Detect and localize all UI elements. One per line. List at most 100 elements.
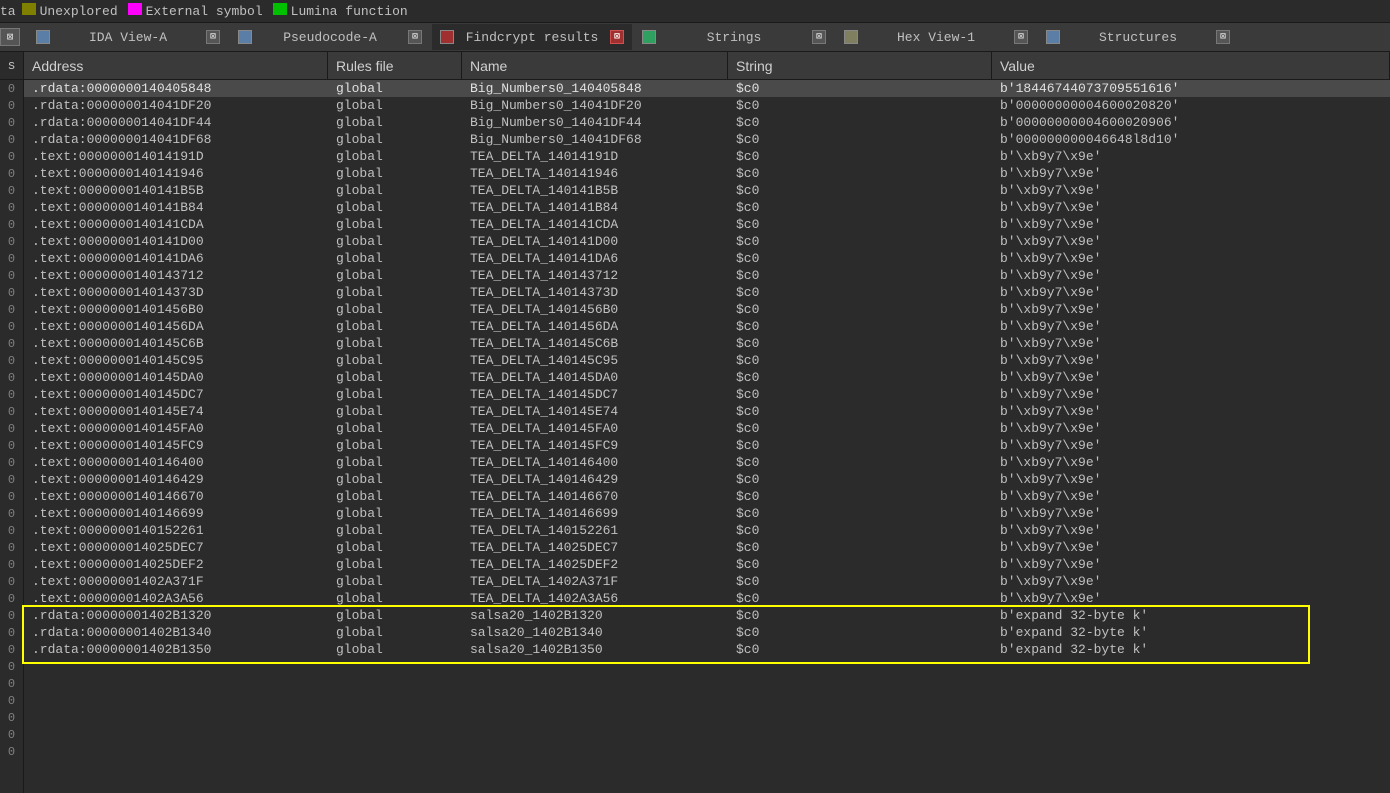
cell-address: .text:000000014025DEC7 xyxy=(24,540,328,555)
cell-value: b'\xb9y7\x9e' xyxy=(992,217,1390,232)
cell-rules: global xyxy=(328,98,462,113)
table-row[interactable]: .text:00000001402A3A56globalTEA_DELTA_14… xyxy=(24,590,1390,607)
cell-name: Big_Numbers0_140405848 xyxy=(462,81,728,96)
gutter-line: 0 xyxy=(0,709,23,726)
cell-address: .text:0000000140141B5B xyxy=(24,183,328,198)
cell-value: b'\xb9y7\x9e' xyxy=(992,506,1390,521)
table-row[interactable]: .text:0000000140141CDAglobalTEA_DELTA_14… xyxy=(24,216,1390,233)
gutter-line: 0 xyxy=(0,318,23,335)
table-row[interactable]: .text:0000000140141DA6globalTEA_DELTA_14… xyxy=(24,250,1390,267)
col-value[interactable]: Value xyxy=(992,52,1390,79)
table-row[interactable]: .text:0000000140141B84globalTEA_DELTA_14… xyxy=(24,199,1390,216)
cell-rules: global xyxy=(328,404,462,419)
table-row[interactable]: .text:0000000140143712globalTEA_DELTA_14… xyxy=(24,267,1390,284)
tab-pseudocode-a[interactable]: Pseudocode-A ⊠ xyxy=(230,24,430,50)
cell-value: b'\xb9y7\x9e' xyxy=(992,523,1390,538)
cell-value: b'\xb9y7\x9e' xyxy=(992,200,1390,215)
table-row[interactable]: .rdata:00000001402B1320globalsalsa20_140… xyxy=(24,607,1390,624)
gutter-line: 0 xyxy=(0,573,23,590)
table-row[interactable]: .rdata:00000001402B1350globalsalsa20_140… xyxy=(24,641,1390,658)
table-row[interactable]: .text:0000000140145C6BglobalTEA_DELTA_14… xyxy=(24,335,1390,352)
table-row[interactable]: .text:0000000140141946globalTEA_DELTA_14… xyxy=(24,165,1390,182)
tab-structures[interactable]: Structures⊠ xyxy=(1038,24,1238,50)
cell-name: TEA_DELTA_14014191D xyxy=(462,149,728,164)
table-row[interactable]: .text:0000000140145DA0globalTEA_DELTA_14… xyxy=(24,369,1390,386)
cell-string: $c0 xyxy=(728,268,992,283)
gutter-line: 0 xyxy=(0,114,23,131)
table-row[interactable]: .text:0000000140141D00globalTEA_DELTA_14… xyxy=(24,233,1390,250)
cell-string: $c0 xyxy=(728,319,992,334)
gutter-line: 0 xyxy=(0,437,23,454)
table-row[interactable]: .text:00000001401456B0globalTEA_DELTA_14… xyxy=(24,301,1390,318)
cell-rules: global xyxy=(328,268,462,283)
table-row[interactable]: .text:0000000140146699globalTEA_DELTA_14… xyxy=(24,505,1390,522)
cell-string: $c0 xyxy=(728,642,992,657)
cell-rules: global xyxy=(328,302,462,317)
cell-rules: global xyxy=(328,370,462,385)
col-rules[interactable]: Rules file xyxy=(328,52,462,79)
tab-close-icon[interactable]: ⊠ xyxy=(610,30,624,44)
col-address[interactable]: Address xyxy=(24,52,328,79)
table-row[interactable]: .text:0000000140145FA0globalTEA_DELTA_14… xyxy=(24,420,1390,437)
tab-close-icon[interactable]: ⊠ xyxy=(408,30,422,44)
line-gutter: s 00000000000000000000000000000000000000… xyxy=(0,52,24,793)
cell-address: .text:0000000140146699 xyxy=(24,506,328,521)
tab-strings[interactable]: Strings⊠ xyxy=(634,24,834,50)
tab-close-icon[interactable]: ⊠ xyxy=(812,30,826,44)
table-row[interactable]: .text:0000000140145E74globalTEA_DELTA_14… xyxy=(24,403,1390,420)
table-row[interactable]: .text:0000000140146400globalTEA_DELTA_14… xyxy=(24,454,1390,471)
table-row[interactable]: .rdata:000000014041DF20globalBig_Numbers… xyxy=(24,97,1390,114)
tab-icon xyxy=(36,30,50,44)
tab-close-icon[interactable]: ⊠ xyxy=(1014,30,1028,44)
table-row[interactable]: .rdata:00000001402B1340globalsalsa20_140… xyxy=(24,624,1390,641)
cell-rules: global xyxy=(328,625,462,640)
panel-close-icon[interactable]: ⊠ xyxy=(0,28,20,46)
cell-value: b'\xb9y7\x9e' xyxy=(992,404,1390,419)
gutter-line: 0 xyxy=(0,726,23,743)
table-row[interactable]: .text:0000000140145C95globalTEA_DELTA_14… xyxy=(24,352,1390,369)
tab-findcrypt-results[interactable]: Findcrypt results⊠ xyxy=(432,24,632,50)
gutter-line: 0 xyxy=(0,505,23,522)
col-string[interactable]: String xyxy=(728,52,992,79)
gutter-line: 0 xyxy=(0,386,23,403)
cell-rules: global xyxy=(328,557,462,572)
cell-name: TEA_DELTA_140146429 xyxy=(462,472,728,487)
table-row[interactable]: .text:0000000140152261globalTEA_DELTA_14… xyxy=(24,522,1390,539)
cell-name: TEA_DELTA_140152261 xyxy=(462,523,728,538)
table-row[interactable]: .text:0000000140146429globalTEA_DELTA_14… xyxy=(24,471,1390,488)
table-row[interactable]: .text:0000000140145DC7globalTEA_DELTA_14… xyxy=(24,386,1390,403)
cell-address: .rdata:0000000140405848 xyxy=(24,81,328,96)
table-row[interactable]: .text:0000000140146670globalTEA_DELTA_14… xyxy=(24,488,1390,505)
tab-row: ⊠ IDA View-A⊠Pseudocode-A⊠Findcrypt resu… xyxy=(0,22,1390,52)
tab-close-icon[interactable]: ⊠ xyxy=(1216,30,1230,44)
cell-name: salsa20_1402B1340 xyxy=(462,625,728,640)
table-row[interactable]: .text:00000001401456DAglobalTEA_DELTA_14… xyxy=(24,318,1390,335)
cell-string: $c0 xyxy=(728,523,992,538)
table-row[interactable]: .text:000000014014373DglobalTEA_DELTA_14… xyxy=(24,284,1390,301)
table-row[interactable]: .text:0000000140145FC9globalTEA_DELTA_14… xyxy=(24,437,1390,454)
gutter-line: 0 xyxy=(0,522,23,539)
table-row[interactable]: .rdata:000000014041DF44globalBig_Numbers… xyxy=(24,114,1390,131)
cell-name: TEA_DELTA_140146670 xyxy=(462,489,728,504)
table-row[interactable]: .text:000000014025DEF2globalTEA_DELTA_14… xyxy=(24,556,1390,573)
tab-close-icon[interactable]: ⊠ xyxy=(206,30,220,44)
table-row[interactable]: .text:000000014025DEC7globalTEA_DELTA_14… xyxy=(24,539,1390,556)
cell-value: b'\xb9y7\x9e' xyxy=(992,438,1390,453)
table-row[interactable]: .text:0000000140141B5BglobalTEA_DELTA_14… xyxy=(24,182,1390,199)
tab-ida-view-a[interactable]: IDA View-A⊠ xyxy=(28,24,228,50)
gutter-line: 0 xyxy=(0,369,23,386)
cell-string: $c0 xyxy=(728,387,992,402)
tab-hex-view-1[interactable]: Hex View-1⊠ xyxy=(836,24,1036,50)
cell-address: .text:0000000140152261 xyxy=(24,523,328,538)
table-row[interactable]: .rdata:0000000140405848globalBig_Numbers… xyxy=(24,80,1390,97)
cell-string: $c0 xyxy=(728,506,992,521)
table-body[interactable]: .rdata:0000000140405848globalBig_Numbers… xyxy=(24,80,1390,658)
col-name[interactable]: Name xyxy=(462,52,728,79)
table-row[interactable]: .text:00000001402A371FglobalTEA_DELTA_14… xyxy=(24,573,1390,590)
table-row[interactable]: .rdata:000000014041DF68globalBig_Numbers… xyxy=(24,131,1390,148)
table-row[interactable]: .text:000000014014191DglobalTEA_DELTA_14… xyxy=(24,148,1390,165)
cell-string: $c0 xyxy=(728,336,992,351)
tab-label: Pseudocode-A xyxy=(258,30,402,45)
cell-name: TEA_DELTA_140141946 xyxy=(462,166,728,181)
cell-address: .text:0000000140141D00 xyxy=(24,234,328,249)
